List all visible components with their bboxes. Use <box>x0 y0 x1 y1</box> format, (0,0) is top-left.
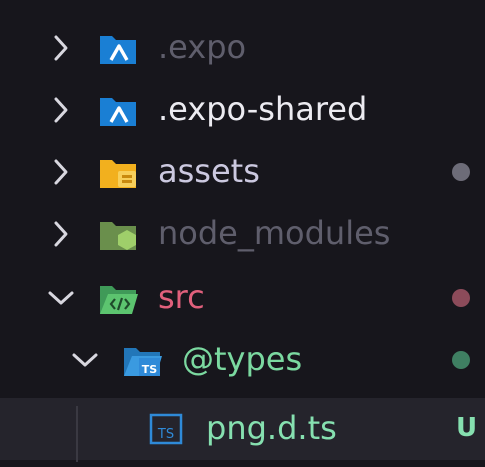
tree-item-label: assets <box>158 152 260 190</box>
chevron-right-icon[interactable] <box>46 33 76 63</box>
tree-item-label: src <box>158 278 205 316</box>
tree-item-label: .expo-shared <box>158 90 368 128</box>
file-explorer: .expo .expo-shared assets node_modules s… <box>0 0 485 467</box>
tree-item-node-modules[interactable]: node_modules <box>0 203 485 265</box>
assets-folder-icon <box>98 154 138 190</box>
tree-item-src[interactable]: src <box>0 267 485 329</box>
tree-item-types[interactable]: TS @types <box>0 329 485 391</box>
chevron-down-icon[interactable] <box>70 345 100 375</box>
git-status-badge: U <box>456 413 478 443</box>
types-folder-icon: TS <box>122 342 162 378</box>
tree-item-expo[interactable]: .expo <box>0 17 485 79</box>
chevron-right-icon[interactable] <box>46 157 76 187</box>
chevron-right-icon[interactable] <box>46 219 76 249</box>
tree-item-assets[interactable]: assets <box>0 141 485 203</box>
git-status-dot <box>452 289 470 307</box>
node-folder-icon <box>98 216 138 252</box>
git-status-dot <box>452 351 470 369</box>
chevron-right-icon[interactable] <box>46 95 76 125</box>
tree-item-png-d-ts[interactable]: TS png.d.ts U <box>0 398 485 460</box>
svg-text:TS: TS <box>157 427 174 442</box>
tree-item-label: png.d.ts <box>206 409 337 447</box>
src-folder-icon <box>98 280 138 316</box>
git-status-dot <box>452 163 470 181</box>
typescript-file-icon: TS <box>146 411 186 447</box>
svg-text:TS: TS <box>142 363 158 376</box>
tree-item-label: node_modules <box>158 214 391 252</box>
tree-item-label: .expo <box>158 28 247 66</box>
expo-folder-icon <box>98 92 138 128</box>
indent-guide <box>76 406 78 462</box>
expo-folder-icon <box>98 30 138 66</box>
tree-item-expo-shared[interactable]: .expo-shared <box>0 79 485 141</box>
tree-item-label: @types <box>182 340 303 378</box>
chevron-down-icon[interactable] <box>46 283 76 313</box>
